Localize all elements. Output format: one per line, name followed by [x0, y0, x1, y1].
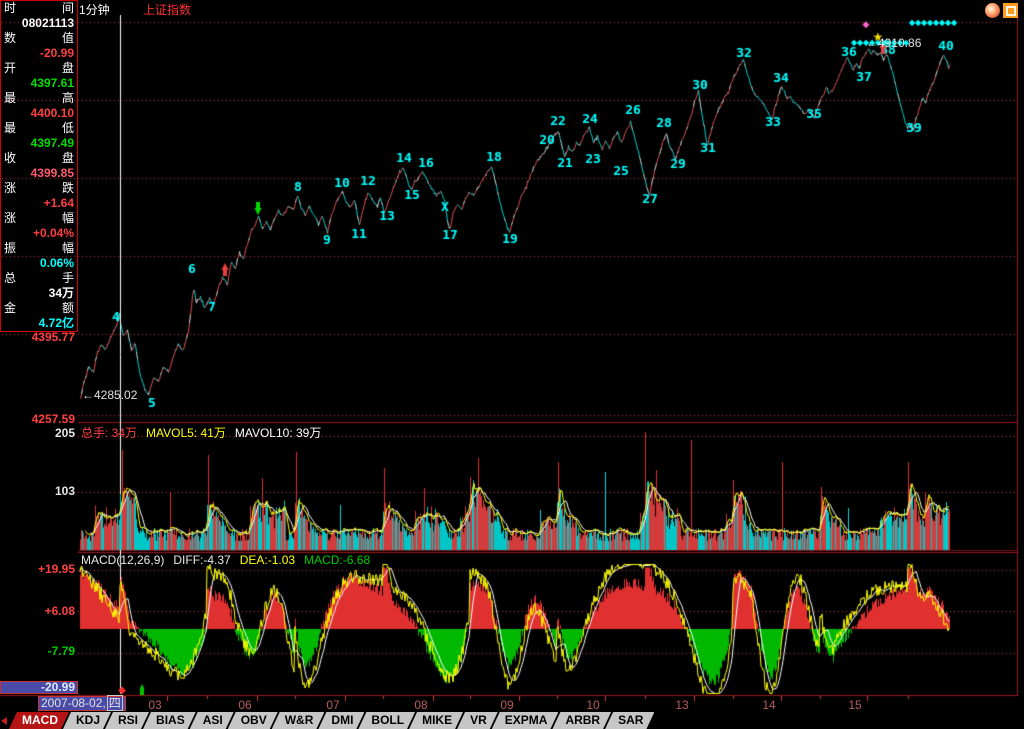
info-value: 4397.49: [1, 136, 77, 151]
crosshair-date-text: 2007-08-02,: [41, 696, 106, 710]
info-label: 总手: [1, 271, 77, 286]
info-value: 4400.10: [1, 106, 77, 121]
info-value: 0.06%: [1, 256, 77, 271]
date-axis-label: 10: [586, 698, 599, 712]
info-value: 4.72亿: [1, 316, 77, 331]
info-value: +0.04%: [1, 226, 77, 241]
date-axis-label: 07: [326, 698, 339, 712]
date-axis-label: 14: [762, 698, 775, 712]
volume-header: 总手: 34万 MAVOL5: 41万 MAVOL10: 39万: [81, 424, 330, 441]
axis-label: 4395.77: [0, 331, 75, 344]
date-axis-label: 03: [148, 698, 161, 712]
info-value: 4397.61: [1, 76, 77, 91]
indicator-value: 总手: 34万: [81, 426, 137, 440]
info-label: 最低: [1, 121, 77, 136]
info-label: 振幅: [1, 241, 77, 256]
maximize-icon-inner: [1006, 6, 1016, 16]
tab-macd[interactable]: MACD: [9, 712, 69, 729]
tab-boll[interactable]: BOLL: [358, 712, 415, 729]
macd-header: MACD(12,26,9) DIFF:-4.37 DEA:-1.03 MACD:-6.…: [81, 553, 379, 567]
indicator-value: MAVOL5: 41万: [146, 426, 226, 440]
indicator-value: MACD(12,26,9): [81, 553, 164, 567]
info-label: 涨幅: [1, 211, 77, 226]
indicator-value: DEA:-1.03: [240, 553, 295, 567]
tab-arbr[interactable]: ARBR: [552, 712, 611, 729]
axis-label: 4257.59: [0, 413, 75, 426]
crosshair-value-badge: -20.99: [0, 681, 78, 694]
info-value: 34万: [1, 286, 77, 301]
crosshair-date-badge: 2007-08-02,四: [38, 696, 126, 711]
tab-wr[interactable]: W&R: [272, 712, 325, 729]
period-label[interactable]: 1分钟: [79, 1, 110, 18]
info-label: 金额: [1, 301, 77, 316]
maximize-icon[interactable]: [1003, 3, 1018, 18]
date-axis-label: 13: [675, 698, 688, 712]
axis-label: -7.79: [0, 645, 75, 658]
info-label: 数值: [1, 31, 77, 46]
crosshair-weekday-text: 四: [107, 695, 123, 711]
tab-obv[interactable]: OBV: [228, 712, 278, 729]
session-high-annotation: ←4910.86: [866, 36, 921, 50]
tab-mike[interactable]: MIKE: [409, 712, 463, 729]
tab-dmi[interactable]: DMI: [318, 712, 364, 729]
date-axis-label: 15: [848, 698, 861, 712]
tab-kdj[interactable]: KDJ: [63, 712, 111, 729]
date-axis-label: 08: [414, 698, 427, 712]
tab-asi[interactable]: ASI: [190, 712, 234, 729]
info-value: -20.99: [1, 46, 77, 61]
app-logo-icon[interactable]: [985, 3, 1000, 18]
tab-rsi[interactable]: RSI: [105, 712, 149, 729]
info-label: 最高: [1, 91, 77, 106]
tab-vr[interactable]: VR: [457, 712, 498, 729]
indicator-tab-bar: MACDKDJRSIBIASASIOBVW&RDMIBOLLMIKEVREXPM…: [0, 712, 1024, 729]
info-value: +1.64: [1, 196, 77, 211]
date-axis-label: 06: [238, 698, 251, 712]
date-axis-label: 09: [500, 698, 513, 712]
info-label: 涨跌: [1, 181, 77, 196]
axis-label: 103: [0, 485, 75, 498]
indicator-value: MAVOL10: 39万: [235, 426, 322, 440]
tab-scroll-left-icon[interactable]: [0, 712, 9, 729]
axis-label: 205: [0, 427, 75, 440]
symbol-label[interactable]: 上证指数: [143, 1, 191, 18]
info-label: 开盘: [1, 61, 77, 76]
info-value: 4399.85: [1, 166, 77, 181]
info-label: 时间: [1, 1, 77, 16]
info-value: 08021113: [1, 16, 77, 31]
stock-chart-window: 时间08021113数值-20.99开盘4397.61最高4400.10最低43…: [0, 0, 1024, 729]
tab-sar[interactable]: SAR: [605, 712, 654, 729]
tab-bias[interactable]: BIAS: [143, 712, 196, 729]
indicator-value: DIFF:-4.37: [173, 553, 230, 567]
axis-label: +19.95: [0, 563, 75, 576]
info-label: 收盘: [1, 151, 77, 166]
quote-info-panel: 时间08021113数值-20.99开盘4397.61最高4400.10最低43…: [0, 0, 78, 332]
axis-label: +6.08: [0, 605, 75, 618]
indicator-value: MACD:-6.68: [304, 553, 370, 567]
session-low-annotation: ←4285.02: [82, 388, 137, 402]
tab-expma[interactable]: EXPMA: [492, 712, 559, 729]
chart-canvas[interactable]: [0, 0, 1024, 712]
